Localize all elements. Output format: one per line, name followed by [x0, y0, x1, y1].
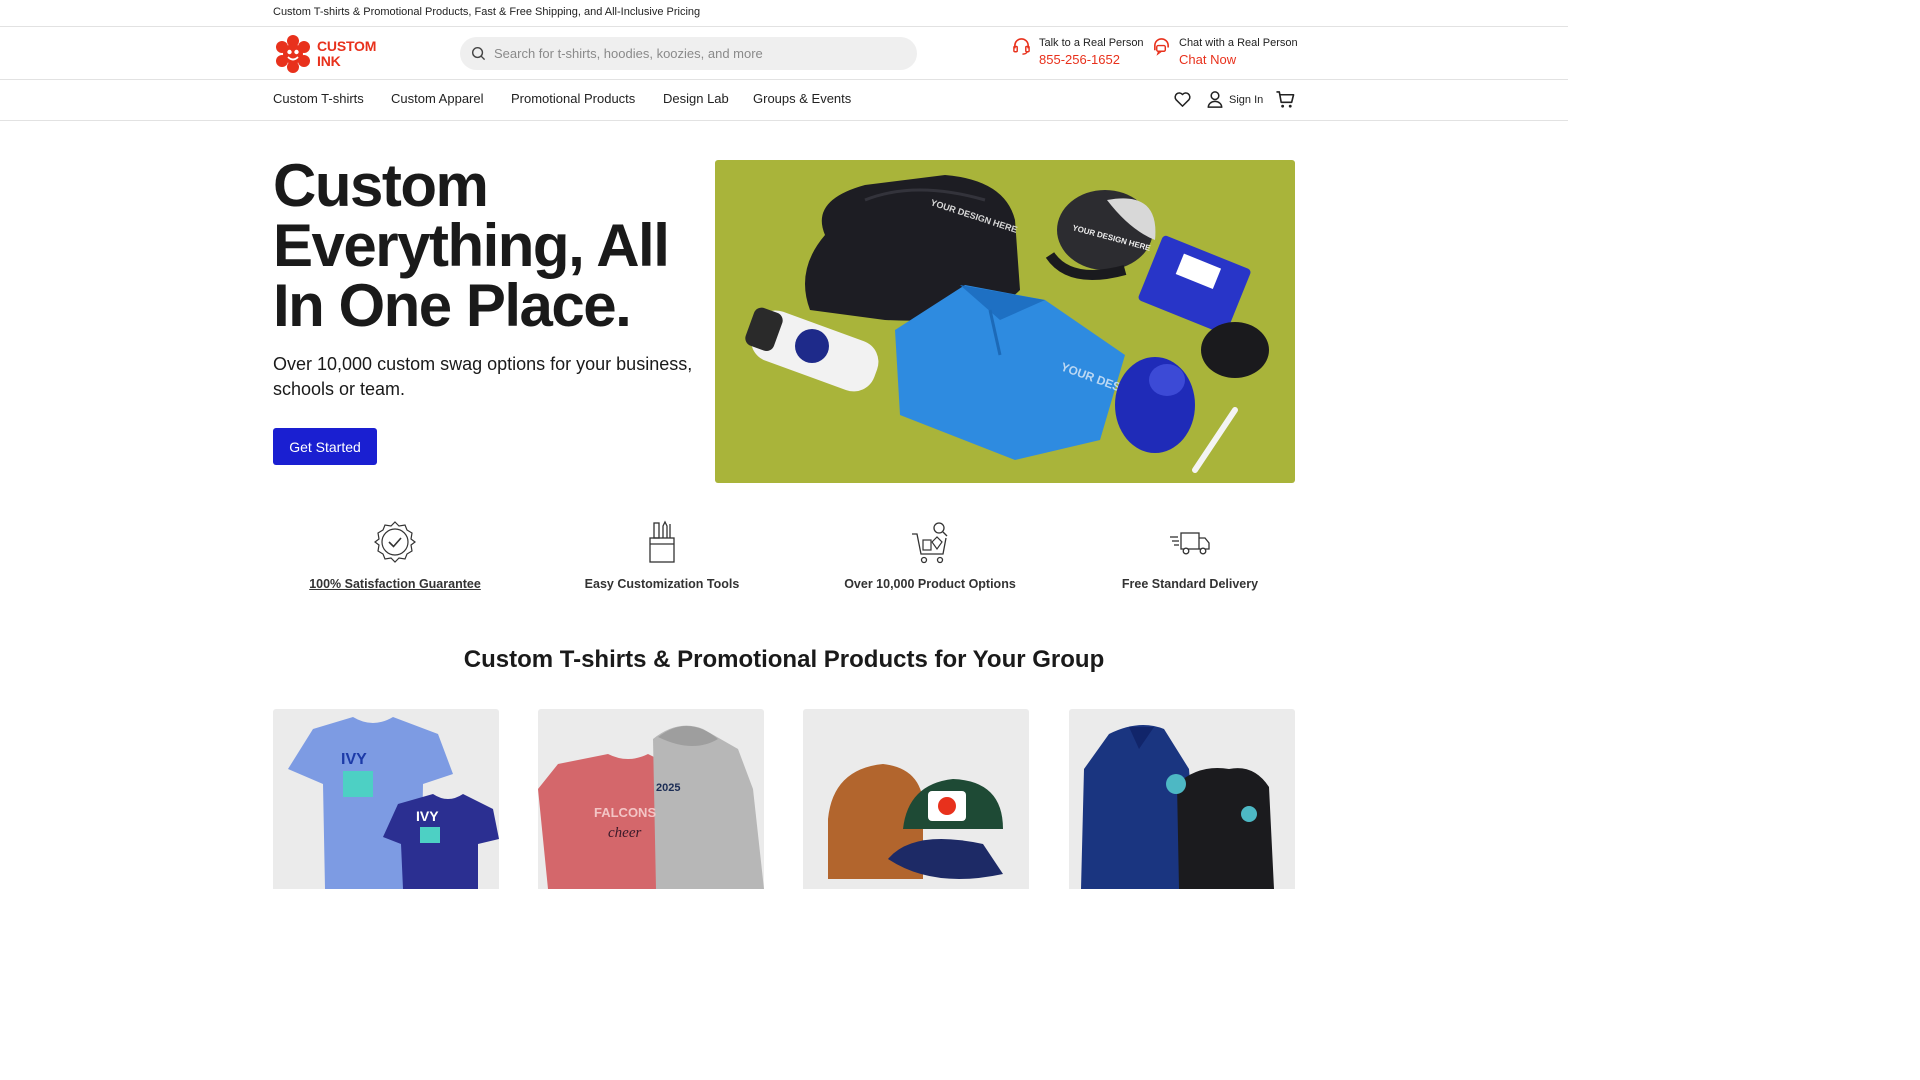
headset-icon: [1013, 38, 1030, 55]
nav-item-promotional-products[interactable]: Promotional Products: [511, 91, 635, 106]
sweatshirt-print-text: FALCONS: [594, 805, 656, 820]
chat-contact[interactable]: Chat with a Real Person Chat Now: [1152, 37, 1298, 69]
heart-icon[interactable]: [1173, 90, 1192, 109]
jacket-image: [1081, 725, 1274, 889]
nav-item-custom-apparel[interactable]: Custom Apparel: [391, 91, 484, 106]
logo-text: CUSTOM INK: [317, 39, 376, 69]
search-bar[interactable]: [460, 37, 917, 70]
sweatshirt-image: FALCONS cheer 2025: [538, 725, 764, 889]
feature-product-options: Over 10,000 Product Options: [800, 520, 1060, 591]
hero-product-image: YOUR DESIGN HERE YOUR DESIGN HERE YOUR D…: [715, 160, 1295, 483]
delivery-truck-icon: [1170, 532, 1210, 555]
main-nav: Custom T-shirts Custom Apparel Promotion…: [0, 80, 1568, 121]
tshirt-print-text: IVY: [341, 751, 367, 768]
search-input[interactable]: [494, 46, 894, 61]
user-icon[interactable]: [1206, 90, 1224, 109]
feature-free-delivery: Free Standard Delivery: [1060, 520, 1320, 591]
search-icon: [471, 46, 486, 61]
free-delivery-label: Free Standard Delivery: [1121, 577, 1259, 591]
nav-item-groups-events[interactable]: Groups & Events: [753, 91, 851, 106]
speaker-image: [1201, 322, 1269, 378]
logo[interactable]: CUSTOM INK: [273, 34, 376, 74]
phone-label: Talk to a Real Person: [1039, 37, 1144, 49]
card-promotional-products[interactable]: [803, 709, 1029, 889]
product-cart-icon: [912, 522, 948, 564]
feature-customization: Easy Customization Tools: [532, 520, 792, 591]
logo-mascot-icon: [276, 35, 310, 73]
pen-image: [1192, 407, 1238, 473]
promo-text: Custom T-shirts & Promotional Products, …: [273, 6, 701, 18]
badge-check-icon: [374, 521, 416, 563]
chat-icon: [1154, 38, 1169, 56]
feature-satisfaction: 100% Satisfaction Guarantee: [265, 520, 525, 591]
chat-now-link[interactable]: Chat Now: [1179, 50, 1298, 69]
notebook-image: [1138, 235, 1251, 334]
chat-label: Chat with a Real Person: [1179, 37, 1298, 49]
get-started-button[interactable]: Get Started: [273, 428, 377, 465]
can-image: [1115, 357, 1195, 453]
nav-item-custom-tshirts[interactable]: Custom T-shirts: [273, 91, 364, 106]
promo-bar: Custom T-shirts & Promotional Products, …: [0, 0, 1568, 27]
logo-line-1: CUSTOM: [317, 38, 377, 54]
bottle-image: [745, 307, 879, 392]
phone-contact[interactable]: Talk to a Real Person 855-256-1652: [1012, 37, 1144, 69]
design-tools-icon: [649, 520, 675, 563]
product-options-label: Over 10,000 Product Options: [844, 577, 1016, 591]
phone-number-link[interactable]: 855-256-1652: [1039, 50, 1144, 69]
satisfaction-guarantee-link[interactable]: 100% Satisfaction Guarantee: [265, 577, 525, 591]
hero-title: Custom Everything, All In One Place.: [273, 152, 670, 339]
hoodie-year-text: 2025: [656, 782, 680, 794]
hats-image: [828, 764, 1003, 879]
section-title: Custom T-shirts & Promotional Products f…: [463, 646, 1105, 673]
hero-products-illustration: YOUR DESIGN HERE YOUR DESIGN HERE YOUR D…: [745, 175, 1269, 473]
tshirt-image: IVY IVY: [288, 717, 499, 889]
nav-actions: Sign In: [1173, 90, 1295, 109]
customization-label: Easy Customization Tools: [584, 577, 740, 591]
cart-icon[interactable]: [1275, 90, 1295, 109]
cap-image: YOUR DESIGN HERE: [1045, 190, 1156, 280]
hero-subtitle: Over 10,000 custom swag options for your…: [273, 354, 693, 399]
site-header: CUSTOM INK Talk to a Real Person 855-256…: [0, 27, 1568, 80]
card-custom-tshirts[interactable]: IVY IVY: [273, 709, 499, 889]
sweatshirt-script-text: cheer: [608, 825, 641, 841]
card-custom-apparel[interactable]: FALCONS cheer 2025: [538, 709, 764, 889]
tshirt-navy-print-text: IVY: [416, 808, 439, 824]
nav-item-design-lab[interactable]: Design Lab: [663, 91, 729, 106]
logo-line-2: INK: [317, 53, 341, 69]
card-jackets[interactable]: [1069, 709, 1295, 889]
sign-in-link[interactable]: Sign In: [1229, 94, 1263, 106]
